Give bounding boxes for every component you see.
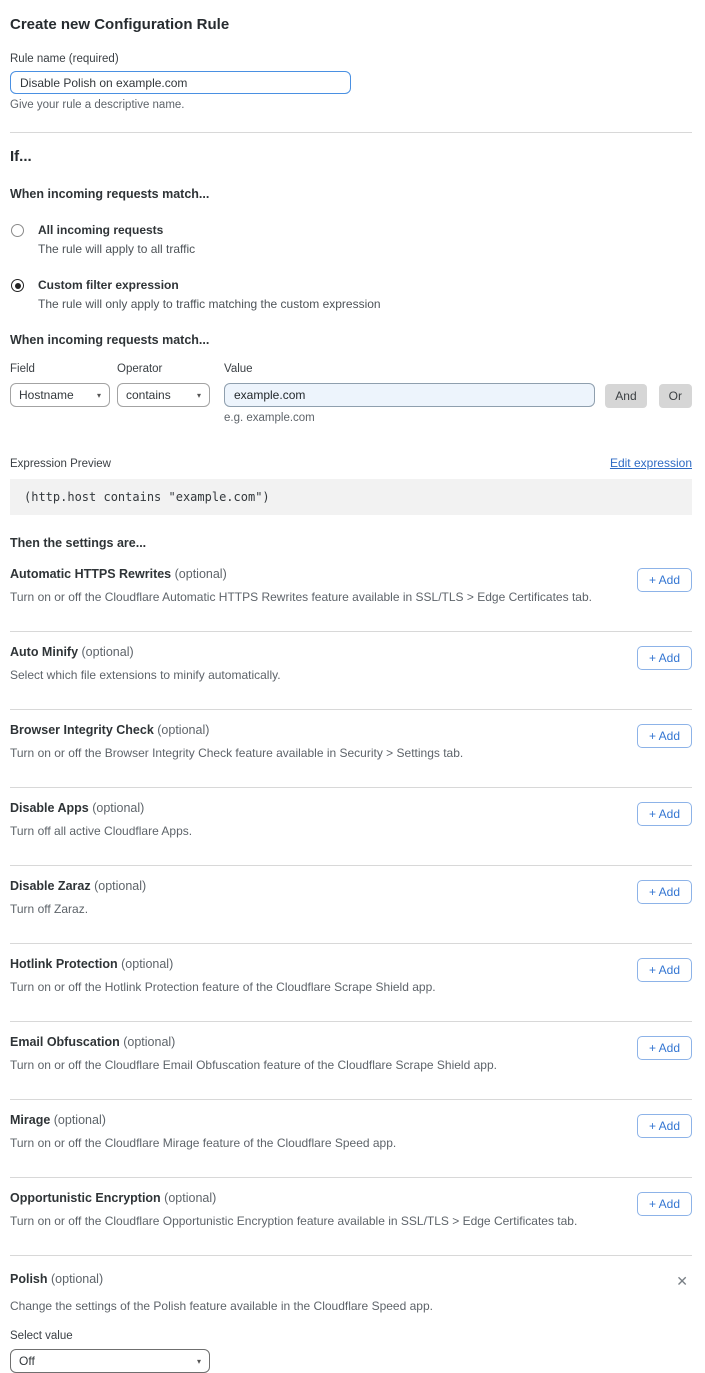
operator-label: Operator	[117, 363, 210, 375]
setting-optional-label: (optional)	[121, 957, 173, 971]
setting-row-polish: Polish (optional) ✕ Change the settings …	[10, 1256, 692, 1373]
setting-optional-label: (optional)	[82, 645, 134, 659]
add-button[interactable]: + Add	[637, 880, 692, 904]
field-select[interactable]: Hostname ▾	[10, 383, 110, 407]
value-helper: e.g. example.com	[224, 412, 595, 424]
expression-builder-match-label: When incoming requests match...	[10, 333, 692, 347]
or-button[interactable]: Or	[659, 384, 692, 408]
rule-name-group: Rule name (required) Give your rule a de…	[10, 53, 692, 111]
add-button[interactable]: + Add	[637, 802, 692, 826]
field-label: Field	[10, 363, 110, 375]
setting-row: Automatic HTTPS Rewrites (optional) Turn …	[10, 554, 692, 632]
setting-title: Auto Minify (optional)	[10, 645, 621, 659]
setting-title: Mirage (optional)	[10, 1113, 621, 1127]
setting-title: Automatic HTTPS Rewrites (optional)	[10, 567, 621, 581]
setting-title: Browser Integrity Check (optional)	[10, 723, 621, 737]
edit-expression-link[interactable]: Edit expression	[610, 456, 692, 470]
setting-title: Opportunistic Encryption (optional)	[10, 1191, 621, 1205]
radio-all-incoming-description: The rule will apply to all traffic	[38, 242, 195, 256]
rule-name-label: Rule name (required)	[10, 53, 692, 65]
polish-description: Change the settings of the Polish featur…	[10, 1299, 692, 1313]
expression-builder-row: Field Hostname ▾ Operator contains ▾ Val…	[10, 363, 692, 424]
chevron-down-icon: ▾	[97, 391, 101, 400]
polish-select-label: Select value	[10, 1330, 692, 1342]
radio-custom-filter-label: Custom filter expression	[38, 278, 381, 292]
radio-selected-icon[interactable]	[11, 279, 24, 292]
setting-description: Turn on or off the Cloudflare Opportunis…	[10, 1214, 621, 1228]
rule-name-input[interactable]	[10, 71, 351, 94]
setting-optional-label: (optional)	[54, 1113, 106, 1127]
then-settings-heading: Then the settings are...	[10, 536, 692, 550]
setting-optional-label: (optional)	[157, 723, 209, 737]
rule-name-helper: Give your rule a descriptive name.	[10, 99, 692, 111]
expression-preview-code: (http.host contains "example.com")	[10, 479, 692, 515]
add-button[interactable]: + Add	[637, 646, 692, 670]
setting-description: Turn on or off the Cloudflare Automatic …	[10, 590, 621, 604]
chevron-down-icon: ▾	[197, 391, 201, 400]
settings-list: Automatic HTTPS Rewrites (optional) Turn …	[10, 554, 692, 1256]
page-title: Create new Configuration Rule	[10, 16, 692, 33]
polish-value-select[interactable]: Off ▾	[10, 1349, 210, 1373]
setting-title: Email Obfuscation (optional)	[10, 1035, 621, 1049]
and-button[interactable]: And	[605, 384, 646, 408]
value-label: Value	[224, 363, 595, 375]
setting-description: Turn on or off the Hotlink Protection fe…	[10, 980, 621, 994]
setting-title: Disable Apps (optional)	[10, 801, 621, 815]
setting-optional-label: (optional)	[175, 567, 227, 581]
setting-row: Disable Zaraz (optional) Turn off Zaraz. +…	[10, 866, 692, 944]
polish-optional-label: (optional)	[51, 1272, 103, 1286]
setting-title: Disable Zaraz (optional)	[10, 879, 621, 893]
if-heading: If...	[10, 148, 692, 165]
setting-optional-label: (optional)	[92, 801, 144, 815]
polish-title: Polish	[10, 1272, 48, 1286]
setting-optional-label: (optional)	[94, 879, 146, 893]
radio-custom-filter-expression[interactable]: Custom filter expression The rule will o…	[10, 278, 692, 311]
radio-custom-filter-description: The rule will only apply to traffic matc…	[38, 297, 381, 311]
radio-all-incoming-requests[interactable]: All incoming requests The rule will appl…	[10, 223, 692, 256]
setting-title: Hotlink Protection (optional)	[10, 957, 621, 971]
setting-row: Hotlink Protection (optional) Turn on or …	[10, 944, 692, 1022]
setting-row: Browser Integrity Check (optional) Turn o…	[10, 710, 692, 788]
setting-description: Turn on or off the Cloudflare Email Obfu…	[10, 1058, 621, 1072]
add-button[interactable]: + Add	[637, 568, 692, 592]
add-button[interactable]: + Add	[637, 724, 692, 748]
operator-select[interactable]: contains ▾	[117, 383, 210, 407]
setting-row: Email Obfuscation (optional) Turn on or o…	[10, 1022, 692, 1100]
add-button[interactable]: + Add	[637, 958, 692, 982]
setting-description: Select which file extensions to minify a…	[10, 668, 621, 682]
setting-description: Turn on or off the Browser Integrity Che…	[10, 746, 621, 760]
setting-row: Mirage (optional) Turn on or off the Clou…	[10, 1100, 692, 1178]
setting-description: Turn off Zaraz.	[10, 902, 621, 916]
setting-row: Auto Minify (optional) Select which file …	[10, 632, 692, 710]
setting-optional-label: (optional)	[164, 1191, 216, 1205]
setting-row: Opportunistic Encryption (optional) Turn …	[10, 1178, 692, 1256]
setting-row: Disable Apps (optional) Turn off all acti…	[10, 788, 692, 866]
incoming-requests-match-label: When incoming requests match...	[10, 187, 692, 201]
add-button[interactable]: + Add	[637, 1036, 692, 1060]
value-input[interactable]	[224, 383, 595, 407]
chevron-down-icon: ▾	[197, 1357, 201, 1366]
create-configuration-rule-page: Create new Configuration Rule Rule name …	[0, 0, 705, 1373]
radio-unselected-icon[interactable]	[11, 224, 24, 237]
setting-optional-label: (optional)	[123, 1035, 175, 1049]
expression-preview-label: Expression Preview	[10, 458, 111, 470]
add-button[interactable]: + Add	[637, 1114, 692, 1138]
close-icon[interactable]: ✕	[672, 1272, 692, 1290]
radio-all-incoming-label: All incoming requests	[38, 223, 195, 237]
add-button[interactable]: + Add	[637, 1192, 692, 1216]
setting-description: Turn on or off the Cloudflare Mirage fea…	[10, 1136, 621, 1150]
setting-description: Turn off all active Cloudflare Apps.	[10, 824, 621, 838]
section-divider	[10, 132, 692, 133]
